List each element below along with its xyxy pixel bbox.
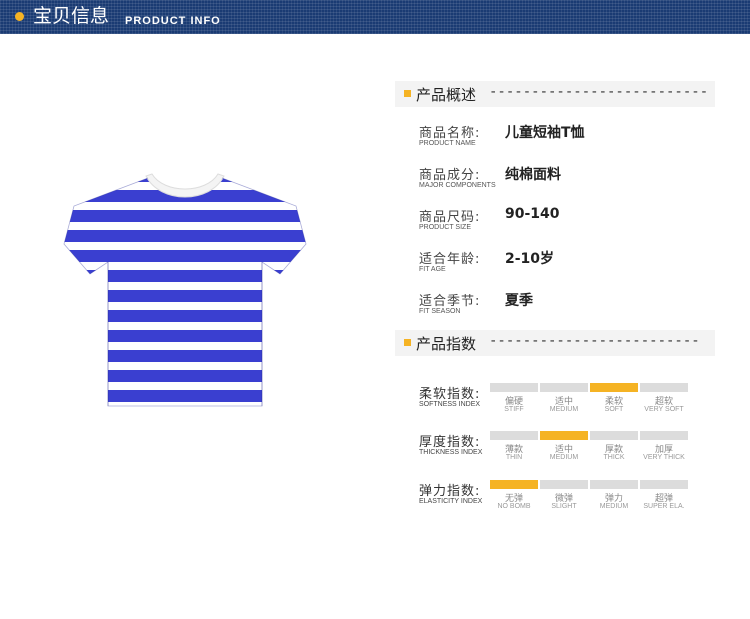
spec-label-en: PRODUCT SIZE [419, 224, 471, 231]
index-level-label-en: SUPER ELA. [643, 503, 685, 510]
index-level-label-en: STIFF [504, 406, 524, 413]
index-row-elasticity: 弹力指数: ELASTICITY INDEX 无弹 NO BOMB 微弹 SLIGHT 弹力… [419, 480, 709, 520]
spec-label: 商品尺码: [419, 210, 481, 225]
index-level-option: 适中 MEDIUM [540, 383, 588, 423]
index-level-option: 厚款 THICK [590, 431, 638, 471]
spec-row-components: 商品成分: MAJOR COMPONENTS 纯棉面料 [419, 164, 719, 196]
index-level-bar [640, 480, 688, 489]
index-level-label-en: THICK [603, 454, 625, 461]
spec-value: 2-10岁 [505, 251, 555, 267]
index-label-en: THICKNESS INDEX [419, 449, 483, 456]
index-level-bar [640, 431, 688, 440]
index-level-bar [640, 383, 688, 392]
spec-row-age: 适合年龄: FIT AGE 2-10岁 [419, 248, 719, 280]
spec-label-en: PRODUCT NAME [419, 140, 476, 147]
index-level-bar [590, 480, 638, 489]
index-level-bar-selected [490, 480, 538, 489]
index-label-en: ELASTICITY INDEX [419, 498, 483, 505]
bullet-dot-icon [15, 12, 24, 21]
spec-label: 商品名称: [419, 126, 481, 141]
index-label: 柔软指数: [419, 387, 481, 402]
index-level-bar-selected [590, 383, 638, 392]
dashed-divider: ------------------------- [489, 333, 700, 349]
index-level-label-en: MEDIUM [549, 454, 579, 461]
index-label-en: SOFTNESS INDEX [419, 401, 481, 408]
spec-value: 纯棉面料 [505, 167, 561, 183]
index-level-option: 加厚 VERY THICK [640, 431, 688, 471]
index-level-label-en: MEDIUM [549, 406, 579, 413]
product-image [60, 170, 310, 415]
index-level-bar [540, 480, 588, 489]
indices-title: 产品指数 [416, 335, 477, 353]
header-title: 宝贝信息 [33, 5, 110, 27]
index-level-label-en: THIN [505, 454, 523, 461]
index-level-label-en: VERY SOFT [644, 406, 684, 413]
index-level-label-en: NO BOMB [497, 503, 531, 510]
overview-title: 产品概述 [416, 86, 477, 104]
index-level-bar-selected [540, 431, 588, 440]
striped-tshirt-icon [63, 173, 307, 407]
spec-value: 夏季 [505, 293, 533, 309]
header-subtitle: PRODUCT INFO [125, 15, 221, 27]
spec-label-en: FIT SEASON [419, 308, 461, 315]
spec-value: 儿童短袖T恤 [505, 125, 585, 141]
index-label: 厚度指数: [419, 435, 481, 450]
index-label: 弹力指数: [419, 484, 481, 499]
index-level-option: 偏硬 STIFF [490, 383, 538, 423]
index-level-option: 适中 MEDIUM [540, 431, 588, 471]
index-level-bar [490, 383, 538, 392]
index-level-bar [590, 431, 638, 440]
spec-label-en: MAJOR COMPONENTS [419, 182, 496, 189]
index-level-option: 微弹 SLIGHT [540, 480, 588, 520]
spec-row-season: 适合季节: FIT SEASON 夏季 [419, 290, 719, 322]
index-level-label-en: SOFT [604, 406, 624, 413]
indices-section-header: 产品指数 ------------------------- [395, 330, 715, 356]
index-row-thickness: 厚度指数: THICKNESS INDEX 薄款 THIN 适中 MEDIUM 厚款 THIC… [419, 431, 709, 471]
index-level-label-en: MEDIUM [599, 503, 629, 510]
index-level-option: 薄款 THIN [490, 431, 538, 471]
square-bullet-icon [404, 339, 411, 346]
spec-label: 商品成分: [419, 168, 481, 183]
index-level-label-en: VERY THICK [643, 454, 685, 461]
index-level-bar [490, 431, 538, 440]
overview-section-header: 产品概述 -------------------------- [395, 81, 715, 107]
spec-row-name: 商品名称: PRODUCT NAME 儿童短袖T恤 [419, 122, 719, 154]
dashed-divider: -------------------------- [489, 84, 709, 100]
spec-row-size: 商品尺码: PRODUCT SIZE 90-140 [419, 206, 719, 238]
index-level-option: 超软 VERY SOFT [640, 383, 688, 423]
index-row-softness: 柔软指数: SOFTNESS INDEX 偏硬 STIFF 适中 MEDIUM 柔软 SOFT… [419, 383, 709, 423]
index-level-option: 无弹 NO BOMB [490, 480, 538, 520]
index-level-option: 柔软 SOFT [590, 383, 638, 423]
spec-label: 适合季节: [419, 294, 481, 309]
index-level-bar [540, 383, 588, 392]
index-level-option: 超弹 SUPER ELA. [640, 480, 688, 520]
section-header-bar: 宝贝信息 PRODUCT INFO [0, 0, 750, 34]
index-level-option: 弹力 MEDIUM [590, 480, 638, 520]
spec-value: 90-140 [505, 206, 560, 222]
spec-label-en: FIT AGE [419, 266, 446, 273]
spec-label: 适合年龄: [419, 252, 481, 267]
index-level-label-en: SLIGHT [551, 503, 577, 510]
square-bullet-icon [404, 90, 411, 97]
